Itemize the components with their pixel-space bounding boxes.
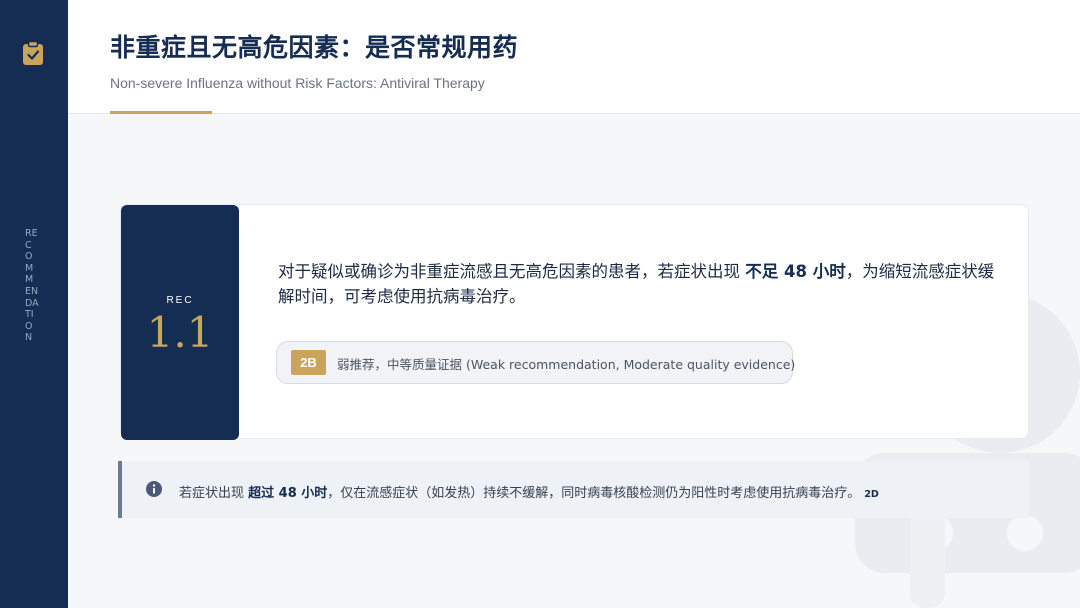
note-grade-tag: 2D — [864, 489, 879, 500]
page-title: 非重症且无高危因素：是否常规用药 — [110, 33, 519, 62]
note-text-before: 若症状出现 — [179, 486, 249, 501]
page-subtitle: Non-severe Influenza without Risk Factor… — [110, 75, 485, 91]
sidebar: RECOMMENDATION — [0, 0, 68, 608]
rec-badge: REC 1.1 — [121, 205, 239, 440]
rec-number: 1.1 — [146, 308, 214, 357]
rec-label: REC — [166, 295, 194, 306]
grade-description: 弱推荐，中等质量证据 (Weak recommendation, Moderat… — [337, 357, 796, 372]
note-box: 若症状出现 超过 48 小时，仅在流感症状（如发热）持续不缓解，同时病毒核酸检测… — [118, 461, 1029, 518]
sidebar-vertical-label: RECOMMENDATION — [25, 228, 39, 344]
rec-text-before: 对于疑似或确诊为非重症流感且无高危因素的患者，若症状出现 — [278, 262, 746, 281]
note-text-after: ，仅在流感症状（如发热）持续不缓解，同时病毒核酸检测仍为阳性时考虑使用抗病毒治疗… — [327, 486, 861, 501]
title-accent-line — [110, 111, 212, 114]
grade-code-badge: 2B — [291, 350, 326, 375]
recommendation-text: 对于疑似或确诊为非重症流感且无高危因素的患者，若症状出现 不足 48 小时，为缩… — [278, 259, 1008, 309]
recommendation-card: REC 1.1 对于疑似或确诊为非重症流感且无高危因素的患者，若症状出现 不足 … — [120, 204, 1029, 440]
clipboard-check-icon — [23, 40, 43, 65]
rec-text-emphasis: 不足 48 小时 — [745, 262, 846, 281]
note-text-emphasis: 超过 48 小时 — [248, 486, 328, 501]
info-icon — [146, 481, 162, 497]
note-text: 若症状出现 超过 48 小时，仅在流感症状（如发热）持续不缓解，同时病毒核酸检测… — [179, 482, 879, 501]
header: 非重症且无高危因素：是否常规用药 Non-severe Influenza wi… — [68, 0, 1080, 114]
grade-pill: 2B 弱推荐，中等质量证据 (Weak recommendation, Mode… — [276, 341, 796, 384]
